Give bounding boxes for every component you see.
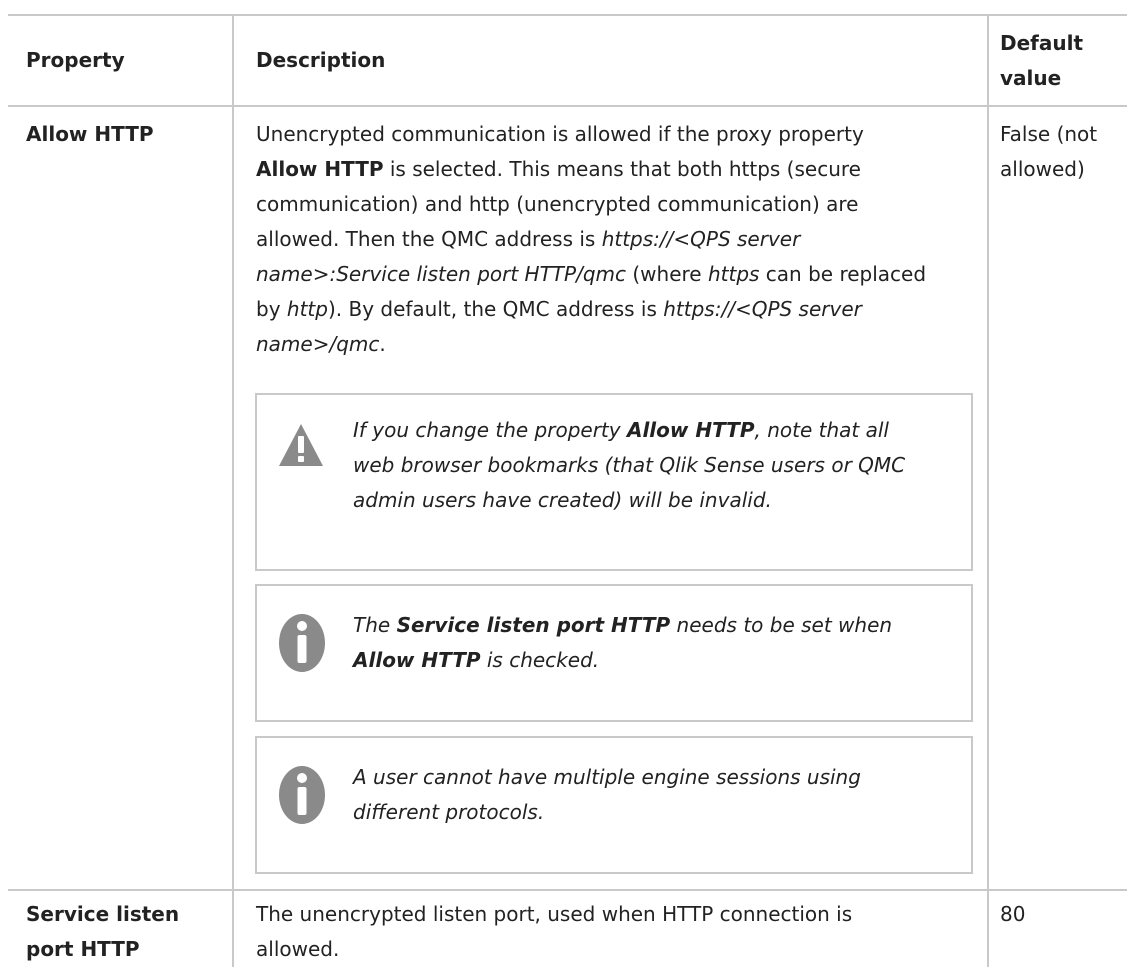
note-line: The Service listen port HTTP needs to be…	[353, 608, 941, 643]
desc-bold: Allow HTTP	[256, 157, 384, 181]
note-bold: Allow HTTP	[626, 418, 755, 442]
desc-italic: https	[707, 262, 760, 286]
desc-text: by	[256, 297, 287, 321]
header-default-line1: Default	[1000, 31, 1084, 55]
default-line2: allowed)	[1000, 157, 1085, 181]
header-property: Property	[26, 48, 125, 72]
desc-italic: name>:Service listen port HTTP/qmc	[256, 262, 626, 286]
desc-line: Allow HTTP is selected. This means that …	[256, 152, 976, 187]
desc-italic: https://<QPS server	[663, 297, 862, 321]
note-line: Allow HTTP is checked.	[353, 643, 941, 678]
info-icon	[279, 614, 325, 672]
row-default-allow-http: False (not allowed)	[1000, 117, 1097, 187]
property-line2: port HTTP	[26, 937, 140, 961]
info-icon	[279, 766, 325, 824]
header-description: Description	[256, 48, 386, 72]
desc-line: allowed. Then the QMC address is https:/…	[256, 222, 976, 257]
table-top-border	[8, 14, 1127, 16]
default-line1: False (not	[1000, 122, 1098, 146]
warning-icon	[279, 424, 323, 466]
desc-line: by http). By default, the QMC address is…	[256, 292, 976, 327]
note-text: The	[353, 613, 397, 637]
row-default-service-listen-port: 80	[1000, 902, 1026, 926]
desc-line: allowed.	[256, 937, 340, 961]
desc-italic: https://<QPS server	[601, 227, 801, 251]
table-header-border	[8, 105, 1127, 107]
header-default-line2: value	[1000, 66, 1062, 90]
desc-line: communication) and http (unencrypted com…	[256, 192, 859, 216]
note-text: is checked.	[480, 648, 600, 672]
desc-line: name>:Service listen port HTTP/qmc (wher…	[256, 257, 976, 292]
property-line1: Service listen	[26, 902, 180, 926]
desc-line: name>/qmc.	[256, 327, 976, 362]
note-line: A user cannot have multiple engine sessi…	[353, 765, 861, 789]
desc-text: can be replaced	[759, 262, 927, 286]
desc-text: ). By default, the QMC address is	[327, 297, 664, 321]
info-note-text: The Service listen port HTTP needs to be…	[353, 608, 941, 678]
note-bold: Allow HTTP	[353, 648, 481, 672]
note-text: , note that all	[754, 418, 889, 442]
note-line: If you change the property Allow HTTP, n…	[353, 413, 941, 448]
row-property-allow-http: Allow HTTP	[26, 122, 154, 146]
note-line: admin users have created) will be invali…	[353, 488, 772, 512]
desc-line: The unencrypted listen port, used when H…	[256, 902, 853, 926]
desc-text: (where	[626, 262, 708, 286]
desc-italic: name>/qmc	[256, 332, 380, 356]
warning-note: If you change the property Allow HTTP, n…	[255, 393, 973, 571]
row-description-allow-http: Unencrypted communication is allowed if …	[256, 117, 976, 362]
desc-text: is selected. This means that both https …	[383, 157, 861, 181]
desc-italic: http	[286, 297, 328, 321]
column-divider	[232, 14, 234, 967]
header-default-value: Default value	[1000, 26, 1083, 96]
desc-line: Unencrypted communication is allowed if …	[256, 122, 864, 146]
properties-table: Property Description Default value Allow…	[0, 0, 1127, 967]
note-line: web browser bookmarks (that Qlik Sense u…	[353, 453, 906, 477]
column-divider	[987, 14, 989, 967]
info-note: The Service listen port HTTP needs to be…	[255, 584, 973, 722]
info-note-text: A user cannot have multiple engine sessi…	[353, 760, 941, 830]
note-line: different protocols.	[353, 800, 545, 824]
table-row-border	[8, 889, 1127, 891]
warning-note-text: If you change the property Allow HTTP, n…	[353, 413, 941, 518]
note-bold: Service listen port HTTP	[396, 613, 671, 637]
note-text: If you change the property	[353, 418, 627, 442]
info-note: A user cannot have multiple engine sessi…	[255, 736, 973, 874]
row-property-service-listen-port: Service listen port HTTP	[26, 897, 179, 967]
note-text: needs to be set when	[670, 613, 893, 637]
desc-text: allowed. Then the QMC address is	[256, 227, 602, 251]
row-description-service-listen-port: The unencrypted listen port, used when H…	[256, 897, 852, 967]
desc-text: .	[379, 332, 386, 356]
